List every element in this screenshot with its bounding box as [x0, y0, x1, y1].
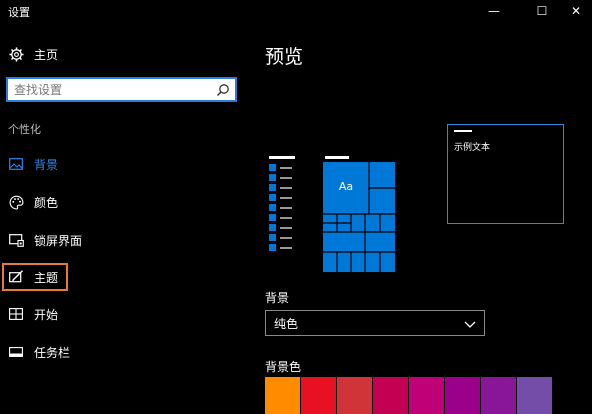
- sidebar-item-label: 背景: [34, 157, 59, 172]
- sidebar-item-label: 锁屏界面: [34, 233, 83, 248]
- color-swatch[interactable]: [373, 377, 408, 414]
- background-dropdown-value: 纯色: [274, 316, 299, 331]
- background-dropdown[interactable]: 纯色: [265, 310, 485, 336]
- sidebar-item-start[interactable]: 开始: [2, 300, 242, 328]
- gear-icon: [8, 46, 24, 62]
- title-bar: 设置 — ☐ ✕: [0, 0, 592, 22]
- close-icon: ✕: [570, 4, 582, 18]
- color-swatch[interactable]: [481, 377, 516, 414]
- sample-window-bar: [454, 130, 472, 132]
- sidebar-item-themes[interactable]: 主题: [2, 263, 68, 291]
- sidebar-item-taskbar[interactable]: 任务栏: [2, 338, 242, 366]
- search-input[interactable]: [8, 79, 211, 100]
- theme-preview: Aa 示例文本: [265, 118, 583, 278]
- taskbar-icon: [8, 344, 24, 360]
- chevron-down-icon: [464, 314, 476, 333]
- maximize-icon: ☐: [536, 4, 548, 18]
- page-title: 预览: [265, 46, 304, 68]
- tile-text: Aa: [339, 180, 353, 193]
- background-color-label: 背景色: [265, 360, 302, 374]
- color-swatch[interactable]: [301, 377, 336, 414]
- sidebar-item-background[interactable]: 背景: [2, 150, 242, 178]
- sidebar-item-label: 任务栏: [34, 345, 71, 360]
- search-icon[interactable]: [211, 79, 235, 100]
- close-button[interactable]: ✕: [556, 0, 592, 22]
- main-panel: 预览 Aa 示例文本 背景 纯色 背景色: [245, 22, 592, 414]
- color-swatch[interactable]: [409, 377, 444, 414]
- sidebar-item-label: 主题: [34, 270, 59, 285]
- background-label: 背景: [265, 291, 290, 305]
- minimize-icon: —: [488, 4, 500, 18]
- lock-screen-icon: [8, 232, 24, 248]
- color-swatches: [265, 377, 552, 414]
- theme-brush-icon: [8, 269, 24, 285]
- start-grid-icon: [8, 306, 24, 322]
- start-menu-preview: Aa: [269, 156, 395, 272]
- palette-icon: [8, 194, 24, 210]
- minimize-button[interactable]: —: [474, 0, 514, 22]
- section-title: 个性化: [8, 123, 41, 136]
- home-label: 主页: [34, 47, 59, 62]
- sidebar-item-lock-screen[interactable]: 锁屏界面: [2, 226, 242, 254]
- sidebar: 主页 个性化 背景 颜色 锁屏界面 主题 开始: [0, 22, 245, 414]
- sidebar-item-colors[interactable]: 颜色: [2, 188, 242, 216]
- color-swatch[interactable]: [337, 377, 372, 414]
- sample-window: 示例文本: [447, 124, 564, 224]
- picture-icon: [8, 156, 24, 172]
- home-link[interactable]: 主页: [8, 44, 58, 64]
- app-title: 设置: [8, 6, 30, 19]
- color-swatch[interactable]: [445, 377, 480, 414]
- search-box: [6, 77, 237, 102]
- sidebar-item-label: 颜色: [34, 195, 59, 210]
- sidebar-item-label: 开始: [34, 307, 59, 322]
- color-swatch[interactable]: [265, 377, 300, 414]
- color-swatch[interactable]: [517, 377, 552, 414]
- sample-text: 示例文本: [454, 143, 491, 153]
